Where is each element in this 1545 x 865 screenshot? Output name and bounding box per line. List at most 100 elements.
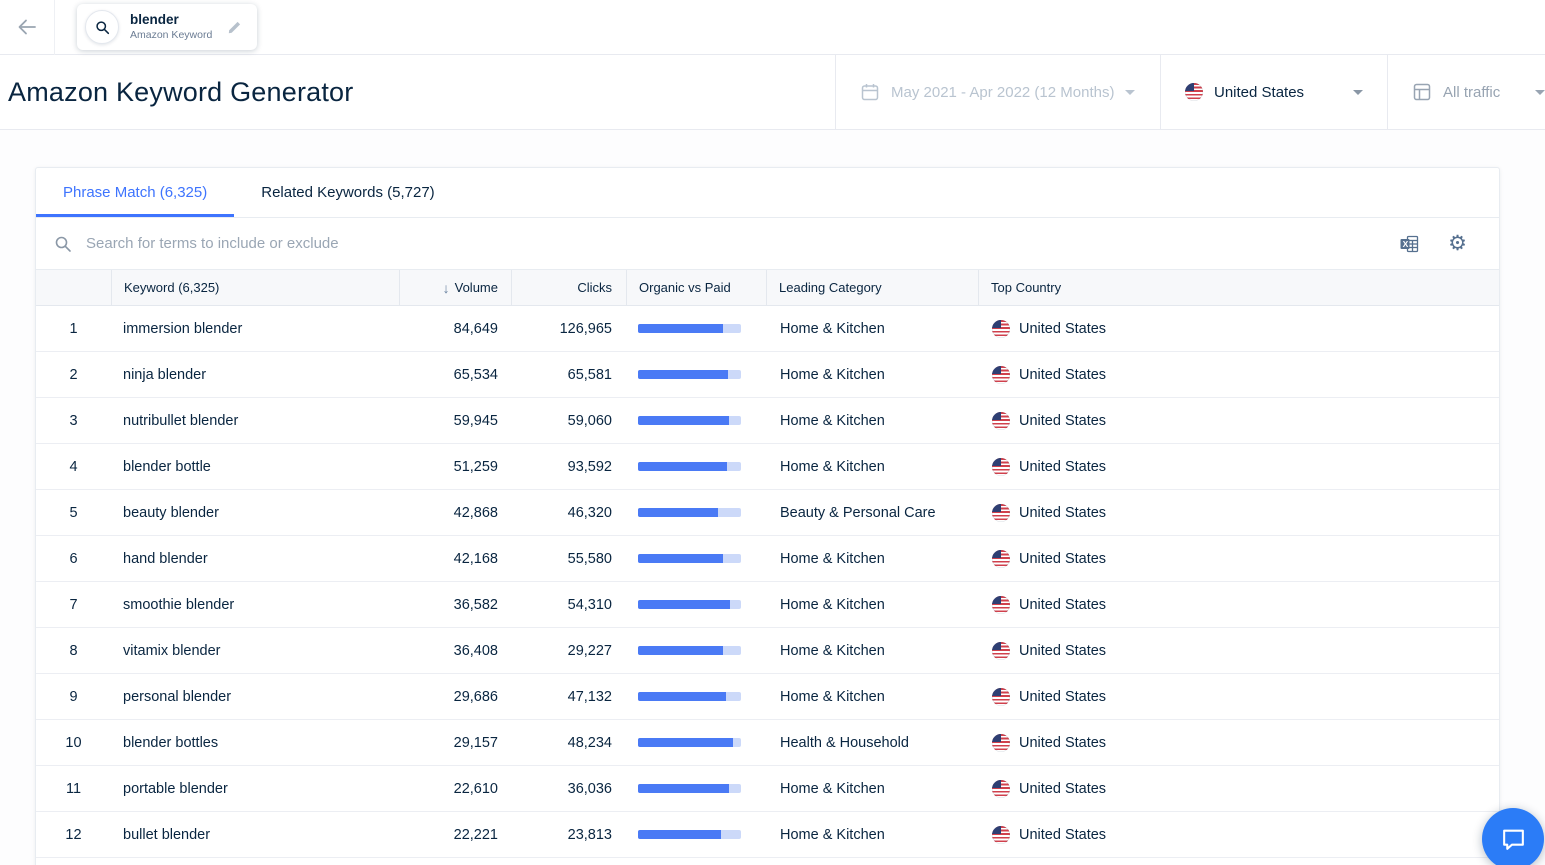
keyword-cell: hand blender [123, 550, 208, 567]
bar-track [638, 830, 741, 839]
country-label: United States [1019, 550, 1107, 567]
table-row[interactable]: 5 beauty blender 42,868 46,320 Beauty & … [36, 490, 1499, 536]
bar-organic-fill [638, 600, 730, 609]
volume-cell: 59,945 [453, 412, 498, 429]
tab-related-keywords[interactable]: Related Keywords (5,727) [234, 168, 461, 217]
clicks-cell: 48,234 [567, 734, 612, 751]
tab-phrase-match[interactable]: Phrase Match (6,325) [36, 168, 234, 217]
volume-cell: 84,649 [453, 320, 498, 337]
country-label: United States [1019, 458, 1107, 475]
country-cell: United States [978, 733, 1499, 752]
edit-pencil-icon[interactable] [227, 19, 243, 35]
bar-track [638, 692, 741, 701]
organic-vs-paid-bar [626, 462, 766, 471]
header-leading-category[interactable]: Leading Category [766, 270, 978, 305]
keyword-cell: personal blender [123, 688, 232, 705]
row-rank: 11 [65, 780, 82, 797]
keyword-cell: blender bottle [123, 458, 211, 475]
bar-track [638, 646, 741, 655]
keyword-chip[interactable]: blender Amazon Keyword [77, 4, 258, 50]
country-cell: United States [978, 687, 1499, 706]
header-clicks[interactable]: Clicks [511, 270, 626, 305]
country-cell: United States [978, 595, 1499, 614]
bar-track [638, 324, 741, 333]
page-header: Amazon Keyword Generator May 2021 - Apr … [0, 55, 1545, 130]
country-cell: United States [978, 825, 1499, 844]
header-organic-vs-paid[interactable]: Organic vs Paid [626, 270, 766, 305]
row-rank: 4 [69, 458, 78, 475]
chevron-down-icon [1535, 89, 1545, 95]
table-row[interactable]: 7 smoothie blender 36,582 54,310 Home & … [36, 582, 1499, 628]
header-keyword[interactable]: Keyword (6,325) [111, 270, 399, 305]
bar-track [638, 370, 741, 379]
country-cell: United States [978, 503, 1499, 522]
country-label: United States [1019, 780, 1107, 797]
clicks-cell: 23,813 [567, 826, 612, 843]
bar-organic-fill [638, 830, 722, 839]
volume-cell: 51,259 [453, 458, 498, 475]
volume-cell: 42,868 [453, 504, 498, 521]
country-label: United States [1019, 596, 1107, 613]
table-settings-gear-icon[interactable]: ⚙ [1448, 233, 1467, 254]
clicks-cell: 36,036 [567, 780, 612, 797]
table-row[interactable]: 1 immersion blender 84,649 126,965 Home … [36, 306, 1499, 352]
header-controls: May 2021 - Apr 2022 (12 Months) United S… [835, 55, 1545, 129]
table-row[interactable]: 3 nutribullet blender 59,945 59,060 Home… [36, 398, 1499, 444]
chip-keyword: blender [130, 12, 179, 27]
country-selector[interactable]: United States [1160, 55, 1387, 129]
table-body: 1 immersion blender 84,649 126,965 Home … [36, 306, 1499, 858]
country-label: United States [1019, 688, 1107, 705]
us-flag-icon [992, 457, 1010, 476]
row-rank: 5 [69, 504, 78, 521]
volume-cell: 22,221 [453, 826, 498, 843]
us-flag-icon [992, 411, 1010, 430]
row-rank: 9 [69, 688, 78, 705]
bar-organic-fill [638, 462, 727, 471]
chat-button[interactable] [1482, 808, 1544, 865]
bar-organic-fill [638, 692, 726, 701]
excel-export-icon[interactable]: X [1399, 234, 1420, 254]
tabs-bar: Phrase Match (6,325) Related Keywords (5… [36, 168, 1499, 218]
table-row[interactable]: 12 bullet blender 22,221 23,813 Home & K… [36, 812, 1499, 858]
country-cell: United States [978, 365, 1499, 384]
keyword-cell: immersion blender [123, 320, 243, 337]
bar-organic-fill [638, 416, 729, 425]
keyword-cell: portable blender [123, 780, 228, 797]
table-row[interactable]: 4 blender bottle 51,259 93,592 Home & Ki… [36, 444, 1499, 490]
us-flag-icon [992, 319, 1010, 338]
search-input[interactable] [86, 235, 1386, 252]
header-top-country[interactable]: Top Country [978, 270, 1499, 305]
table-row[interactable]: 8 vitamix blender 36,408 29,227 Home & K… [36, 628, 1499, 674]
us-flag-icon [992, 733, 1010, 752]
header-volume[interactable]: ↓ Volume [399, 270, 511, 305]
clicks-cell: 65,581 [567, 366, 612, 383]
bar-track [638, 416, 741, 425]
table-row[interactable]: 11 portable blender 22,610 36,036 Home &… [36, 766, 1499, 812]
chevron-down-icon [1125, 89, 1136, 95]
us-flag-icon [992, 595, 1010, 614]
search-icon [85, 10, 119, 44]
date-range-value: May 2021 - Apr 2022 (12 Months) [891, 83, 1115, 101]
topbar: blender Amazon Keyword [0, 0, 1545, 55]
table-row[interactable]: 2 ninja blender 65,534 65,581 Home & Kit… [36, 352, 1499, 398]
country-cell: United States [978, 319, 1499, 338]
volume-cell: 42,168 [453, 550, 498, 567]
row-rank: 10 [65, 734, 82, 751]
organic-vs-paid-bar [626, 738, 766, 747]
sort-desc-icon: ↓ [442, 279, 450, 296]
country-label: United States [1019, 642, 1107, 659]
back-button[interactable] [0, 0, 55, 55]
category-cell: Home & Kitchen [780, 826, 885, 843]
bar-track [638, 600, 741, 609]
bar-organic-fill [638, 554, 724, 563]
table-row[interactable]: 10 blender bottles 29,157 48,234 Health … [36, 720, 1499, 766]
table-row[interactable]: 9 personal blender 29,686 47,132 Home & … [36, 674, 1499, 720]
traffic-filter[interactable]: All traffic [1387, 55, 1545, 129]
clicks-cell: 54,310 [567, 596, 612, 613]
clicks-cell: 55,580 [567, 550, 612, 567]
table-row[interactable]: 6 hand blender 42,168 55,580 Home & Kitc… [36, 536, 1499, 582]
date-range-picker[interactable]: May 2021 - Apr 2022 (12 Months) [835, 55, 1160, 129]
bar-organic-fill [638, 738, 733, 747]
bar-track [638, 738, 741, 747]
volume-cell: 29,686 [453, 688, 498, 705]
